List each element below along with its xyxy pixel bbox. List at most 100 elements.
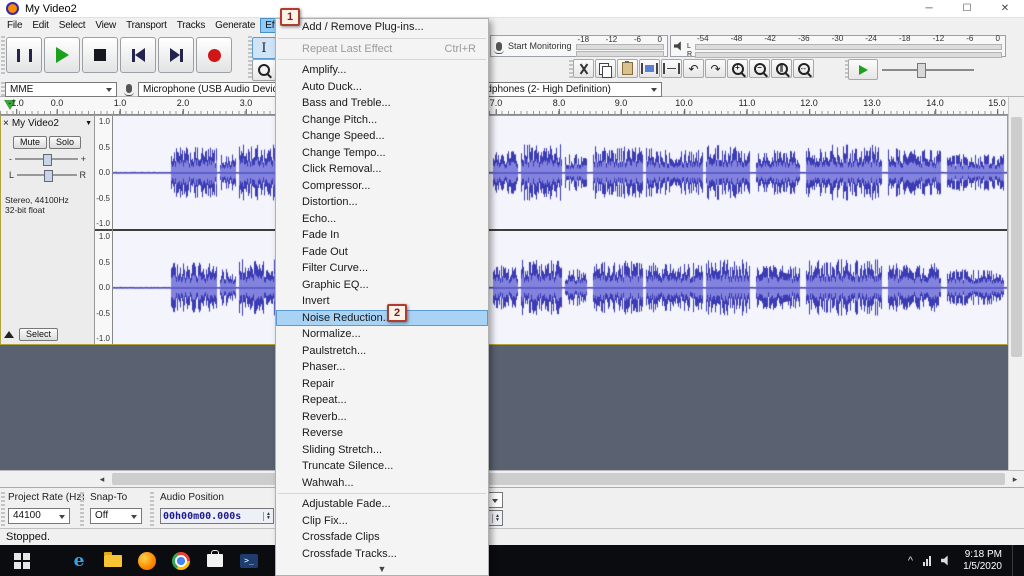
waveform-left-channel[interactable] (113, 116, 1007, 229)
cut-button[interactable] (573, 59, 594, 78)
menu-item-echo[interactable]: Echo... (276, 211, 488, 228)
pause-button[interactable] (6, 37, 42, 73)
taskbar-file-explorer[interactable] (96, 545, 130, 576)
menu-item-add-remove-plugins[interactable]: Add / Remove Plug-ins... (276, 19, 488, 36)
audio-position-spinner[interactable]: ▲ ▼ (263, 511, 271, 521)
menu-item-click-removal[interactable]: Click Removal... (276, 161, 488, 178)
menu-item-invert[interactable]: Invert (276, 293, 488, 310)
vertical-scrollbar-thumb[interactable] (1011, 117, 1022, 357)
record-button[interactable] (196, 37, 232, 73)
audio-host-select[interactable]: MME (5, 82, 117, 97)
taskbar-chrome[interactable] (164, 545, 198, 576)
silence-audio-button[interactable] (661, 59, 682, 78)
snap-to-select[interactable]: Off (90, 508, 142, 524)
menu-item-wahwah[interactable]: Wahwah... (276, 475, 488, 492)
stop-button[interactable] (82, 37, 118, 73)
menu-item-normalize[interactable]: Normalize... (276, 326, 488, 343)
pan-slider[interactable]: L R (9, 169, 86, 182)
zoom-selection-button[interactable]: ∥ (771, 59, 792, 78)
solo-button[interactable]: Solo (49, 136, 82, 149)
menu-item-distortion[interactable]: Distortion... (276, 194, 488, 211)
menu-item-truncate-silence[interactable]: Truncate Silence... (276, 458, 488, 475)
taskbar-powershell[interactable]: >_ (232, 545, 266, 576)
menu-item-repair[interactable]: Repair (276, 376, 488, 393)
horizontal-scrollbar[interactable]: ◂ ▸ (0, 470, 1024, 487)
redo-button[interactable]: ↷ (705, 59, 726, 78)
audio-position-grip[interactable] (150, 492, 154, 526)
selection-toolbar-grip[interactable] (1, 492, 5, 526)
play-speed-slider-thumb[interactable] (916, 63, 926, 78)
horizontal-scrollbar-thumb[interactable] (112, 473, 1005, 485)
network-icon[interactable] (923, 555, 932, 566)
zoom-out-button[interactable]: − (749, 59, 770, 78)
menu-item-filter-curve[interactable]: Filter Curve... (276, 260, 488, 277)
show-desktop-button[interactable] (1012, 545, 1018, 576)
menu-item-amplify[interactable]: Amplify... (276, 62, 488, 79)
track-collapse-icon[interactable] (4, 331, 14, 338)
zoom-fit-button[interactable]: ↔ (793, 59, 814, 78)
audio-position-value[interactable]: 00h00m00.000s (163, 511, 241, 522)
mute-button[interactable]: Mute (13, 136, 48, 149)
maximize-button[interactable]: ☐ (948, 0, 986, 17)
recording-meter[interactable]: Start Monitoring -18 -12 -6 0 (490, 35, 668, 57)
taskbar-clock[interactable]: 9:18 PM 1/5/2020 (963, 549, 1002, 573)
timeline-ruler[interactable]: -1.0 0.0 1.0 2.0 3.0 7.0 8.0 9.0 10.0 11.0 12.0 13.… (0, 97, 1024, 115)
minimize-button[interactable]: ─ (910, 0, 948, 17)
menu-item-paulstretch[interactable]: Paulstretch... (276, 343, 488, 360)
taskbar-store[interactable] (198, 545, 232, 576)
audio-position-control[interactable]: 00h00m00.000s ▲ ▼ (160, 508, 274, 524)
vertical-scrollbar[interactable] (1008, 97, 1024, 470)
skip-to-start-button[interactable] (120, 37, 156, 73)
selection-tool-button[interactable]: I (252, 37, 276, 59)
menu-item-adjustable-fade[interactable]: Adjustable Fade... (276, 496, 488, 513)
track-name[interactable]: My Video2 (12, 118, 82, 129)
waveform-right-channel[interactable] (113, 231, 1007, 344)
play-at-speed-button[interactable] (848, 59, 878, 80)
menubar-item-generate[interactable]: Generate (210, 18, 260, 33)
play-button[interactable] (44, 37, 80, 73)
skip-to-end-button[interactable] (158, 37, 194, 73)
close-button[interactable]: ✕ (986, 0, 1024, 17)
menu-item-change-pitch[interactable]: Change Pitch... (276, 112, 488, 129)
track-menu-dropdown[interactable]: ▼ (85, 120, 92, 127)
menubar-item-select[interactable]: Select (54, 18, 91, 33)
menubar-item-edit[interactable]: Edit (27, 18, 53, 33)
trim-audio-button[interactable] (639, 59, 660, 78)
volume-icon[interactable] (941, 555, 948, 566)
taskbar-edge[interactable]: e (62, 545, 96, 576)
menu-item-sliding-stretch[interactable]: Sliding Stretch... (276, 442, 488, 459)
taskbar-firefox[interactable] (130, 545, 164, 576)
tray-expand-chevron[interactable]: ^ (908, 555, 913, 567)
menubar-item-file[interactable]: File (2, 18, 27, 33)
menu-item-bass-and-treble[interactable]: Bass and Treble... (276, 95, 488, 112)
menu-item-compressor[interactable]: Compressor... (276, 178, 488, 195)
transport-grip[interactable] (1, 36, 5, 74)
snap-grip[interactable] (80, 492, 84, 526)
menu-item-change-speed[interactable]: Change Speed... (276, 128, 488, 145)
play-speed-slider[interactable] (882, 60, 974, 79)
scroll-right-arrow[interactable]: ▸ (1007, 473, 1023, 486)
menu-item-auto-duck[interactable]: Auto Duck... (276, 79, 488, 96)
playback-meter[interactable]: -54 -48 -42 -36 -30 -24 -18 -12 -6 0 L R (670, 34, 1006, 58)
gain-slider-thumb[interactable] (43, 154, 53, 166)
pan-slider-thumb[interactable] (43, 170, 53, 182)
output-device-select[interactable]: Headphones (2- High Definition) (463, 82, 662, 97)
menu-item-phaser[interactable]: Phaser... (276, 359, 488, 376)
menu-item-fade-out[interactable]: Fade Out (276, 244, 488, 261)
menu-item-clip-fix[interactable]: Clip Fix... (276, 513, 488, 530)
menu-item-crossfade-clips[interactable]: Crossfade Clips (276, 529, 488, 546)
menu-item-repeat[interactable]: Repeat... (276, 392, 488, 409)
menu-item-reverb[interactable]: Reverb... (276, 409, 488, 426)
zoom-in-button[interactable]: + (727, 59, 748, 78)
copy-button[interactable] (595, 59, 616, 78)
scroll-left-arrow[interactable]: ◂ (94, 473, 110, 486)
menu-item-reverse[interactable]: Reverse (276, 425, 488, 442)
waveform-area[interactable] (113, 116, 1007, 344)
menu-item-change-tempo[interactable]: Change Tempo... (276, 145, 488, 162)
start-button[interactable] (4, 545, 38, 576)
gain-slider[interactable]: - + (9, 153, 86, 166)
track-close-button[interactable]: × (3, 118, 9, 129)
menu-scroll-more-icon[interactable]: ▼ (276, 562, 488, 575)
track-select-button[interactable]: Select (19, 328, 59, 341)
menubar-item-transport[interactable]: Transport (121, 18, 172, 33)
